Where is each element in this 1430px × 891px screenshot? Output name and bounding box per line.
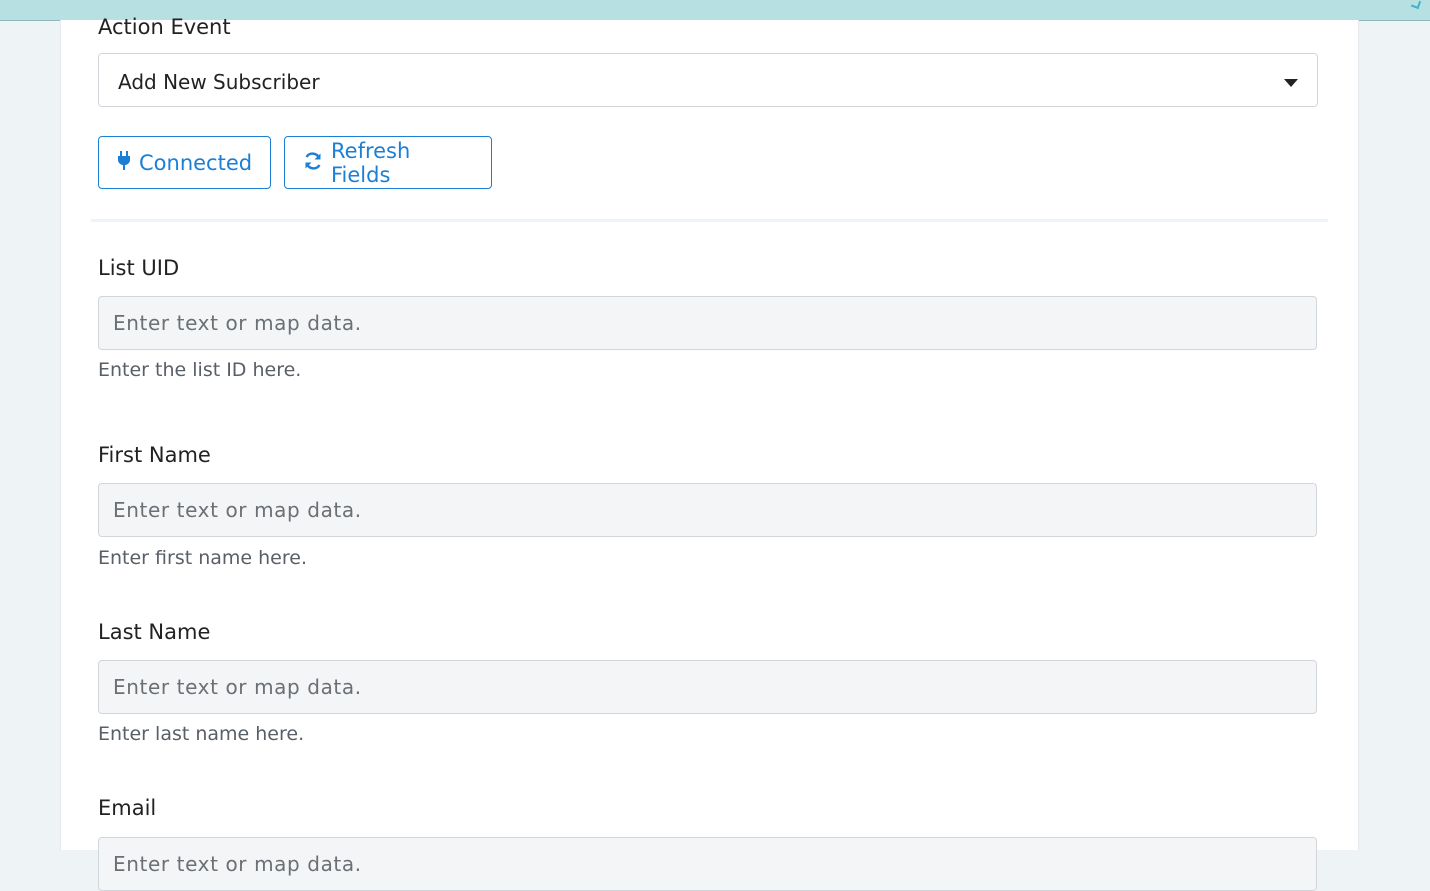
last-name-label: Last Name [98,620,211,644]
last-name-hint: Enter last name here. [98,723,305,745]
refresh-fields-button[interactable]: Refresh Fields [284,136,492,189]
action-event-selected-value: Add New Subscriber [118,70,320,94]
checkmark-icon [1410,0,1422,10]
connected-button-label: Connected [139,150,253,175]
email-label: Email [98,796,157,820]
section-divider [91,219,1328,222]
refresh-fields-button-label: Refresh Fields [331,138,411,187]
caret-down-icon [1284,79,1298,87]
first-name-hint: Enter first name here. [98,547,307,569]
list-uid-hint: Enter the list ID here. [98,359,302,381]
action-event-select[interactable]: Add New Subscriber [98,53,1318,107]
connected-button[interactable]: Connected [98,136,271,189]
action-event-label: Action Event [98,15,231,39]
first-name-label: First Name [98,443,211,467]
plug-icon [117,150,131,175]
form-panel: Action Event Add New Subscriber Connecte… [60,15,1359,891]
list-uid-input[interactable] [98,296,1317,350]
first-name-input[interactable] [98,483,1317,537]
last-name-input[interactable] [98,660,1317,714]
list-uid-label: List UID [98,256,180,280]
refresh-icon [303,151,323,174]
email-input[interactable] [98,837,1317,891]
